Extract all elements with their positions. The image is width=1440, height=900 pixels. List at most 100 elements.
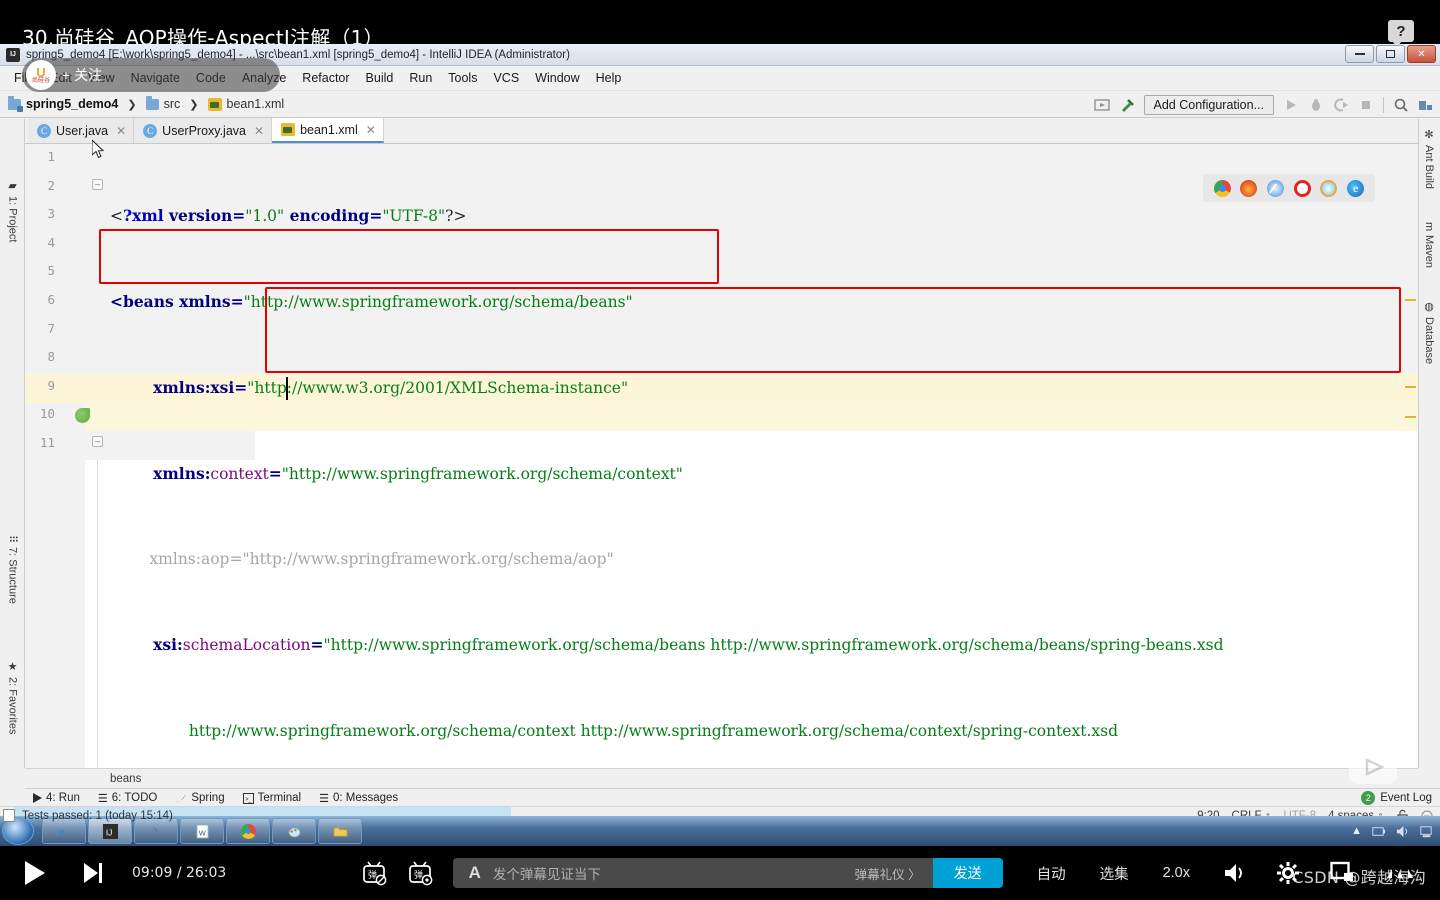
code-line-4: xmlns:context="http://www.springframewor… bbox=[110, 463, 683, 483]
code-content[interactable]: <?xml version="1.0" encoding="UTF-8"?> <… bbox=[110, 145, 1418, 768]
taskbar-item-paint[interactable] bbox=[272, 818, 316, 844]
editor-breadcrumb: beans bbox=[25, 768, 1418, 788]
taskbar-item-ie[interactable]: e bbox=[42, 818, 86, 844]
svg-text:W: W bbox=[198, 828, 206, 837]
follow-badge-overlay[interactable]: U 尚硅谷 + 关注 bbox=[22, 58, 280, 92]
sidebar-item-ant-build[interactable]: ✻ Ant Build bbox=[1418, 123, 1440, 194]
close-button[interactable]: ✕ bbox=[1407, 45, 1436, 63]
ie-old-icon[interactable] bbox=[1320, 179, 1338, 197]
taskbar-item-word[interactable]: W bbox=[180, 818, 224, 844]
danmaku-input[interactable]: A 发个弹幕见证当下 弹幕礼仪 〉 bbox=[452, 858, 933, 888]
playback-time: 09:09 / 26:03 bbox=[132, 865, 227, 881]
editor-marker bbox=[1405, 416, 1416, 418]
build-hammer-icon[interactable] bbox=[1119, 97, 1135, 113]
select-in-icon[interactable] bbox=[1093, 97, 1110, 113]
menu-help[interactable]: Help bbox=[588, 69, 630, 87]
taskbar-item-chrome[interactable] bbox=[226, 818, 270, 844]
project-structure-icon[interactable] bbox=[1418, 97, 1434, 113]
taskbar-item-app[interactable] bbox=[134, 818, 178, 844]
sidebar-item-label: 7: Structure bbox=[6, 547, 19, 604]
volume-icon[interactable] bbox=[1395, 824, 1410, 839]
left-tool-strip: ▰ 1: Project ⠿ 7: Structure ★ 2: Favorit… bbox=[0, 119, 25, 768]
tool-window-spring[interactable]: Spring bbox=[175, 792, 225, 804]
network-icon[interactable] bbox=[1419, 824, 1434, 839]
editor-breadcrumb-label[interactable]: beans bbox=[110, 773, 141, 785]
fold-toggle-icon[interactable]: – bbox=[92, 436, 103, 447]
next-button[interactable] bbox=[82, 861, 104, 885]
danmaku-etiquette-link[interactable]: 弹幕礼仪 〉 bbox=[855, 864, 921, 883]
sidebar-item-structure[interactable]: ⠿ 7: Structure bbox=[0, 531, 25, 608]
volume-icon[interactable] bbox=[1222, 861, 1246, 885]
menu-run[interactable]: Run bbox=[401, 69, 440, 87]
spring-bean-gutter-icon[interactable] bbox=[75, 408, 90, 423]
breadcrumb-file[interactable]: bean1.xml bbox=[227, 97, 285, 111]
tool-window-todo[interactable]: ☰ 6: TODO bbox=[98, 792, 157, 805]
safari-icon[interactable] bbox=[1267, 179, 1285, 197]
menu-window[interactable]: Window bbox=[527, 69, 587, 87]
firefox-icon[interactable] bbox=[1240, 179, 1258, 197]
search-icon[interactable] bbox=[1393, 97, 1409, 113]
opera-icon[interactable] bbox=[1293, 179, 1311, 197]
menu-refactor[interactable]: Refactor bbox=[294, 69, 357, 87]
tab-user-java[interactable]: C User.java ✕ bbox=[28, 118, 135, 143]
chrome-icon[interactable] bbox=[1213, 179, 1231, 197]
help-tooltip-icon[interactable]: ? bbox=[1388, 20, 1414, 47]
episode-list-button[interactable]: 选集 bbox=[1100, 863, 1129, 884]
sidebar-item-project[interactable]: ▰ 1: Project bbox=[0, 175, 25, 246]
menu-vcs[interactable]: VCS bbox=[485, 69, 527, 87]
sidebar-item-favorites[interactable]: ★ 2: Favorites bbox=[0, 656, 25, 738]
event-log-button[interactable]: 2 Event Log bbox=[1361, 791, 1432, 805]
menu-tools[interactable]: Tools bbox=[440, 69, 485, 87]
csdn-watermark: CSDN @跨越海沟 bbox=[1292, 868, 1426, 887]
taskbar-item-explorer[interactable] bbox=[318, 818, 362, 844]
intellij-icon bbox=[6, 47, 20, 62]
restore-button[interactable] bbox=[1376, 45, 1405, 63]
paint-icon bbox=[287, 826, 301, 838]
stop-icon[interactable] bbox=[1358, 97, 1374, 113]
show-hidden-icons[interactable]: ▲ bbox=[1351, 825, 1362, 837]
code-editor[interactable]: 1 2 3 4 5 6 7 8 9 10 11 – – <?xml versio… bbox=[25, 145, 1418, 768]
src-folder-icon bbox=[145, 95, 159, 110]
run-with-coverage-icon[interactable] bbox=[1333, 97, 1349, 113]
add-configuration-button[interactable]: Add Configuration... bbox=[1143, 94, 1274, 115]
tab-close-icon[interactable]: ✕ bbox=[254, 124, 264, 138]
play-button[interactable] bbox=[22, 859, 48, 887]
debug-icon[interactable] bbox=[1308, 97, 1324, 113]
line-number: 1 bbox=[47, 149, 55, 164]
code-line-2: <beans xmlns="http://www.springframework… bbox=[110, 291, 633, 311]
playback-speed-button[interactable]: 2.0x bbox=[1163, 865, 1190, 881]
taskbar-item-intellij[interactable]: IJ bbox=[88, 818, 132, 844]
svg-text:弹: 弹 bbox=[414, 869, 423, 881]
tab-close-icon[interactable]: ✕ bbox=[116, 124, 126, 138]
tab-userproxy-java[interactable]: C UserProxy.java ✕ bbox=[134, 118, 273, 143]
breadcrumb-project[interactable]: spring5_demo4 bbox=[26, 97, 118, 111]
tab-close-icon[interactable]: ✕ bbox=[366, 123, 376, 137]
tab-bean1-xml[interactable]: bean1.xml ✕ bbox=[272, 118, 384, 143]
fold-toggle-icon[interactable]: – bbox=[92, 179, 103, 190]
tab-label: bean1.xml bbox=[300, 122, 358, 137]
tool-window-terminal[interactable]: >_ Terminal bbox=[242, 792, 301, 804]
edge-icon[interactable]: e bbox=[1347, 179, 1365, 197]
status-message: Tests passed: 1 (today 15:14) bbox=[22, 809, 173, 822]
line-number: 6 bbox=[47, 292, 55, 307]
sidebar-item-maven[interactable]: m Maven bbox=[1418, 217, 1440, 273]
danmaku-off-icon[interactable]: 弹 bbox=[361, 860, 387, 886]
breadcrumb-folder[interactable]: src bbox=[164, 97, 181, 111]
line-number: 5 bbox=[47, 263, 55, 279]
sidebar-item-database[interactable]: ◍ Database bbox=[1418, 295, 1440, 369]
tool-window-run[interactable]: 4: Run bbox=[33, 792, 80, 804]
line-number: 11 bbox=[39, 435, 55, 450]
system-tray: ▲ bbox=[1351, 824, 1434, 839]
danmaku-style-icon[interactable]: A bbox=[469, 863, 481, 883]
bilibili-watermark-icon bbox=[1349, 742, 1397, 784]
menu-build[interactable]: Build bbox=[358, 69, 402, 87]
browser-preview-popup[interactable]: e bbox=[1203, 174, 1375, 202]
send-danmaku-button[interactable]: 发送 bbox=[932, 858, 1003, 888]
minimize-button[interactable] bbox=[1345, 45, 1374, 63]
tool-window-messages[interactable]: ☰ 0: Messages bbox=[319, 792, 398, 805]
quality-auto-button[interactable]: 自动 bbox=[1037, 863, 1066, 884]
battery-icon[interactable] bbox=[1371, 824, 1386, 839]
line-number: 2 bbox=[47, 177, 55, 193]
danmaku-settings-icon[interactable]: 弹 bbox=[407, 860, 433, 886]
run-icon[interactable] bbox=[1283, 97, 1299, 113]
